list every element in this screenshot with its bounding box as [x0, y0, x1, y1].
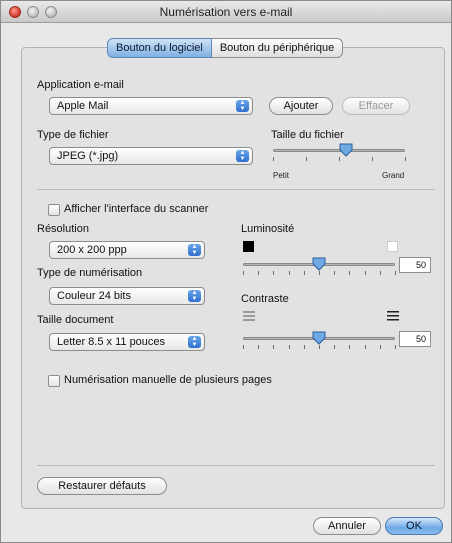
- slider-tick: [288, 345, 290, 349]
- cancel-button[interactable]: Annuler: [313, 517, 381, 535]
- tab-device-button[interactable]: Bouton du périphérique: [211, 38, 344, 58]
- slider-tick: [258, 345, 260, 349]
- email-app-label: Application e-mail: [37, 79, 124, 91]
- slider-tick: [379, 271, 381, 275]
- slider-tick: [243, 271, 244, 275]
- slider-tick: [339, 157, 340, 161]
- slider-tick: [379, 345, 381, 349]
- slider-tick: [258, 271, 260, 275]
- tab-software-button[interactable]: Bouton du logiciel: [107, 38, 212, 58]
- divider: [37, 465, 435, 466]
- updown-arrows-icon: ▲ ▼: [188, 244, 201, 256]
- slider-tick: [334, 345, 336, 349]
- slider-knob-icon[interactable]: [312, 331, 326, 345]
- slider-knob-icon[interactable]: [312, 257, 326, 271]
- slider-tick: [334, 271, 336, 275]
- file-size-max-label: Grand: [382, 171, 405, 180]
- scanner-ui-checkbox[interactable]: [48, 204, 60, 216]
- slider-tick: [395, 271, 396, 275]
- contrast-value-field[interactable]: 50: [399, 331, 431, 347]
- resolution-value: 200 x 200 ppp: [57, 244, 127, 256]
- slider-tick: [243, 345, 244, 349]
- scanner-ui-label: Afficher l'interface du scanner: [64, 203, 209, 215]
- scan-type-popup[interactable]: Couleur 24 bits ▲ ▼: [49, 287, 205, 305]
- brightness-value-field[interactable]: 50: [399, 257, 431, 273]
- slider-tick: [273, 157, 274, 161]
- resolution-popup[interactable]: 200 x 200 ppp ▲ ▼: [49, 241, 205, 259]
- ok-button[interactable]: OK: [385, 517, 443, 535]
- slider-tick: [405, 157, 406, 161]
- slider-tick: [306, 157, 307, 161]
- dark-square-icon: [243, 241, 254, 252]
- email-app-value: Apple Mail: [57, 100, 109, 112]
- file-type-popup[interactable]: JPEG (*.jpg) ▲ ▼: [49, 147, 253, 165]
- divider: [37, 189, 435, 190]
- slider-tick: [273, 345, 275, 349]
- updown-arrows-icon: ▲ ▼: [188, 290, 201, 302]
- slider-tick: [364, 345, 366, 349]
- manual-multipage-label: Numérisation manuelle de plusieurs pages: [64, 374, 272, 386]
- resolution-label: Résolution: [37, 223, 89, 235]
- slider-tick: [364, 271, 366, 275]
- slider-tick: [319, 345, 320, 349]
- restore-defaults-button[interactable]: Restaurer défauts: [37, 477, 167, 495]
- window-title: Numérisation vers e-mail: [159, 5, 293, 19]
- slider-tick: [319, 271, 320, 275]
- slider-tick: [303, 345, 305, 349]
- dialog-window: Numérisation vers e-mail Bouton du logic…: [0, 0, 452, 543]
- updown-arrows-icon: ▲ ▼: [188, 336, 201, 348]
- doc-size-label: Taille document: [37, 314, 114, 326]
- updown-arrows-icon: ▲ ▼: [236, 100, 249, 112]
- scan-type-value: Couleur 24 bits: [57, 290, 131, 302]
- tab-bar: Bouton du logiciel Bouton du périphériqu…: [107, 38, 344, 58]
- slider-tick: [349, 345, 351, 349]
- file-type-label: Type de fichier: [37, 129, 109, 141]
- slider-tick: [395, 345, 396, 349]
- slider-knob-icon[interactable]: [339, 143, 353, 157]
- email-app-popup[interactable]: Apple Mail ▲ ▼: [49, 97, 253, 115]
- file-size-min-label: Petit: [273, 171, 290, 180]
- slider-tick: [349, 271, 351, 275]
- doc-size-popup[interactable]: Letter 8.5 x 11 pouces ▲ ▼: [49, 333, 205, 351]
- delete-button[interactable]: Effacer: [342, 97, 410, 115]
- low-contrast-icon: [243, 311, 255, 321]
- updown-arrows-icon: ▲ ▼: [236, 150, 249, 162]
- doc-size-value: Letter 8.5 x 11 pouces: [57, 336, 166, 348]
- brightness-label: Luminosité: [241, 223, 295, 235]
- manual-multipage-checkbox[interactable]: [48, 375, 60, 387]
- add-button[interactable]: Ajouter: [269, 97, 333, 115]
- file-type-value: JPEG (*.jpg): [57, 150, 119, 162]
- slider-tick: [273, 271, 275, 275]
- title-bar[interactable]: Numérisation vers e-mail: [1, 1, 451, 23]
- file-size-label: Taille du fichier: [271, 129, 344, 141]
- slider-tick: [372, 157, 373, 161]
- slider-tick: [288, 271, 290, 275]
- light-square-icon: [387, 241, 398, 252]
- high-contrast-icon: [387, 311, 399, 321]
- contrast-label: Contraste: [241, 293, 289, 305]
- slider-tick: [303, 271, 305, 275]
- scan-type-label: Type de numérisation: [37, 267, 143, 279]
